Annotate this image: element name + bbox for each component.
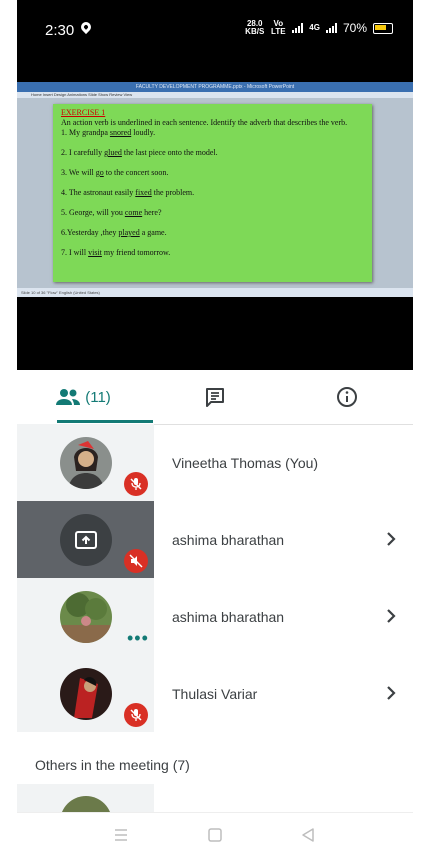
sentence-5: 5. George, will you come here?: [61, 208, 162, 217]
info-icon: [337, 387, 357, 407]
sentence-4: 4. The astronaut easily fixed the proble…: [61, 188, 195, 197]
clock: 2:30: [45, 22, 75, 39]
status-indicators: 28.0 KB/S Vo LTE 4G 70%: [245, 20, 393, 36]
participant-row[interactable]: ••• ashima bharathan: [17, 578, 413, 655]
active-tab-indicator: [57, 420, 153, 423]
participant-row[interactable]: ashima bharathan: [17, 501, 413, 578]
chevron-right-icon[interactable]: [385, 608, 397, 624]
network-type: 4G: [309, 23, 320, 32]
chevron-right-icon[interactable]: [385, 531, 397, 547]
tab-info[interactable]: [281, 370, 413, 424]
participant-name: ashima bharathan: [172, 609, 285, 625]
mic-off-icon: [124, 703, 148, 727]
participant-list: Vineetha Thomas (You) ashima bharathan •…: [17, 424, 413, 732]
participant-name: ashima bharathan: [172, 532, 285, 548]
avatar: [60, 514, 112, 566]
participant-tile: [17, 501, 154, 578]
signal-icon: [292, 23, 304, 33]
sentence-3: 3. We will go to the concert soon.: [61, 168, 169, 177]
tab-people[interactable]: (11): [17, 370, 149, 424]
participant-tile: [17, 424, 154, 501]
chat-icon: [206, 388, 224, 407]
shared-screen[interactable]: FACULTY DEVELOPMENT PROGRAMME.pptx - Mic…: [17, 82, 413, 297]
participant-name: Vineetha Thomas (You): [172, 455, 319, 471]
panel-tabs: (11): [17, 370, 413, 425]
signal-icon-2: [325, 23, 337, 33]
meeting-panel: (11) Vineetha Thomas (You) ashima bharat…: [17, 370, 413, 861]
slide: EXERCISE 1 An action verb is underlined …: [53, 104, 372, 282]
status-bar: 2:30 28.0 KB/S Vo LTE 4G 70%: [17, 0, 413, 60]
mic-off-icon: [124, 472, 148, 496]
avatar: [60, 437, 112, 489]
back-icon[interactable]: [300, 827, 316, 843]
participant-tile: •••: [17, 578, 154, 655]
battery-percent: 70%: [342, 21, 367, 35]
sentence-6: 6.Yesterday ,they played a game.: [61, 228, 167, 237]
recents-icon[interactable]: [114, 827, 128, 843]
avatar: [60, 668, 112, 720]
home-icon[interactable]: [207, 827, 223, 843]
participant-tile-partial[interactable]: [17, 784, 154, 814]
tab-chat[interactable]: [149, 370, 281, 424]
slide-heading: EXERCISE 1: [61, 108, 106, 117]
sentence-7: 7. I will visit my friend tomorrow.: [61, 248, 171, 257]
speaking-indicator: •••: [127, 628, 149, 648]
ppt-window-title: FACULTY DEVELOPMENT PROGRAMME.pptx - Mic…: [17, 82, 413, 92]
sentence-2: 2. I carefully glued the last piece onto…: [61, 148, 218, 157]
participant-row[interactable]: Vineetha Thomas (You): [17, 424, 413, 501]
people-count: (11): [85, 388, 111, 406]
volte-indicator: Vo LTE: [271, 19, 286, 36]
participant-name: Thulasi Variar: [172, 686, 258, 702]
system-nav-bar: [17, 812, 413, 861]
battery-icon: [373, 22, 393, 34]
ppt-status-bar: Slide 10 of 36 "Flow" English (United St…: [17, 288, 413, 297]
participant-tile: [17, 655, 154, 732]
avatar: [60, 591, 112, 643]
participant-row[interactable]: Thulasi Variar: [17, 655, 413, 732]
slide-intro: An action verb is underlined in each sen…: [61, 118, 348, 127]
network-speed: 28.0 KB/S: [245, 19, 265, 36]
others-heading: Others in the meeting (7): [35, 757, 190, 773]
sentence-1: 1. My grandpa snored loudly.: [61, 128, 156, 137]
present-screen-icon: [75, 531, 97, 549]
people-icon: [56, 389, 81, 405]
chevron-right-icon[interactable]: [385, 685, 397, 701]
phone-screen: 2:30 28.0 KB/S Vo LTE 4G 70% FACULTY DEV…: [17, 0, 413, 861]
speaker-off-icon: [124, 549, 148, 573]
location-icon: [78, 19, 94, 35]
